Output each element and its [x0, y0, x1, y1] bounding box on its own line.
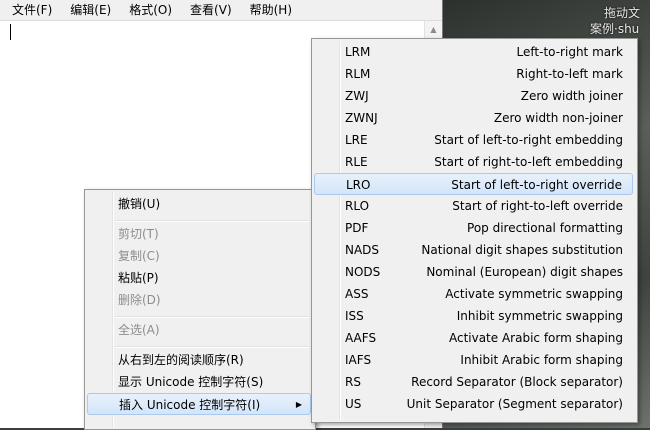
ctx-paste[interactable]: 粘贴(P): [87, 267, 311, 289]
unicode-description: Right-to-left mark: [516, 67, 623, 81]
text-caret: [10, 24, 11, 40]
desktop-label: 拖动文: [604, 6, 641, 20]
menu-view[interactable]: 查看(V): [178, 0, 238, 20]
unicode-code: LRE: [345, 133, 368, 147]
ctx-insert-unicode-control[interactable]: 插入 Unicode 控制字符(I) ▶: [87, 393, 311, 415]
menu-separator: [115, 316, 309, 318]
unicode-item-lre[interactable]: LRE Start of left-to-right embedding: [314, 129, 633, 151]
ctx-select-all-label: 全选(A): [118, 323, 160, 337]
unicode-item-rle[interactable]: RLE Start of right-to-left embedding: [314, 151, 633, 173]
unicode-submenu: LRM Left-to-right mark RLM Right-to-left ma…: [311, 38, 638, 423]
unicode-description: Pop directional formatting: [467, 221, 623, 235]
unicode-code: NODS: [345, 265, 381, 279]
menu-format[interactable]: 格式(O): [117, 0, 178, 20]
unicode-description: Zero width joiner: [520, 89, 623, 103]
ctx-undo[interactable]: 撤销(U): [87, 193, 311, 215]
unicode-code: PDF: [345, 221, 369, 235]
unicode-item-zwj[interactable]: ZWJ Zero width joiner: [314, 85, 633, 107]
menu-separator: [115, 220, 309, 222]
desktop-label: 案例·shu: [590, 22, 640, 36]
ctx-copy-label: 复制(C): [118, 249, 160, 263]
submenu-arrow-icon: ▶: [295, 400, 302, 409]
ctx-delete[interactable]: 删除(D): [87, 289, 311, 311]
menu-bar: 文件(F) 编辑(E) 格式(O) 查看(V) 帮助(H): [0, 0, 442, 21]
unicode-description: Start of right-to-left embedding: [434, 155, 623, 169]
scroll-up-arrow-icon[interactable]: ▲: [425, 21, 442, 38]
unicode-item-lrm[interactable]: LRM Left-to-right mark: [314, 41, 633, 63]
menu-edit[interactable]: 编辑(E): [58, 0, 117, 20]
ctx-show-unicode-label: 显示 Unicode 控制字符(S): [118, 375, 264, 389]
unicode-item-rlo[interactable]: RLO Start of right-to-left override: [314, 195, 633, 217]
unicode-code: RLE: [345, 155, 368, 169]
unicode-item-zwnj[interactable]: ZWNJ Zero width non-joiner: [314, 107, 633, 129]
ctx-copy[interactable]: 复制(C): [87, 245, 311, 267]
unicode-code: RS: [345, 375, 361, 389]
ctx-rtl-reading-order[interactable]: 从右到左的阅读顺序(R): [87, 349, 311, 371]
unicode-item-rs[interactable]: RS Record Separator (Block separator): [314, 371, 633, 393]
unicode-description: Start of left-to-right embedding: [434, 133, 623, 147]
unicode-description: Inhibit Arabic form shaping: [460, 353, 623, 367]
unicode-item-us[interactable]: US Unit Separator (Segment separator): [314, 393, 633, 415]
unicode-code: ASS: [345, 287, 369, 301]
unicode-item-lro[interactable]: LRO Start of left-to-right override: [314, 173, 633, 195]
unicode-code: LRO: [346, 178, 371, 192]
ctx-cut[interactable]: 剪切(T): [87, 223, 311, 245]
unicode-item-pdf[interactable]: PDF Pop directional formatting: [314, 217, 633, 239]
ctx-insert-unicode-label: 插入 Unicode 控制字符(I): [119, 398, 261, 412]
unicode-code: ISS: [345, 309, 364, 323]
ctx-show-unicode-control[interactable]: 显示 Unicode 控制字符(S): [87, 371, 311, 393]
unicode-description: Nominal (European) digit shapes: [426, 265, 623, 279]
unicode-code: NADS: [345, 243, 380, 257]
menu-help[interactable]: 帮助(H): [238, 0, 298, 20]
unicode-code: ZWJ: [345, 89, 369, 103]
unicode-code: RLM: [345, 67, 371, 81]
unicode-description: National digit shapes substitution: [421, 243, 623, 257]
unicode-item-rlm[interactable]: RLM Right-to-left mark: [314, 63, 633, 85]
ctx-undo-label: 撤销(U): [118, 197, 161, 211]
context-menu: 撤销(U) 剪切(T) 复制(C) 粘贴(P) 删除(D) 全选(A) 从右到左…: [84, 189, 316, 430]
unicode-item-aafs[interactable]: AAFS Activate Arabic form shaping: [314, 327, 633, 349]
unicode-description: Start of right-to-left override: [452, 199, 623, 213]
ctx-delete-label: 删除(D): [118, 293, 161, 307]
unicode-code: AAFS: [345, 331, 377, 345]
unicode-description: Left-to-right mark: [516, 45, 623, 59]
ctx-select-all[interactable]: 全选(A): [87, 319, 311, 341]
unicode-code: ZWNJ: [345, 111, 378, 125]
ctx-rtl-label: 从右到左的阅读顺序(R): [118, 353, 244, 367]
unicode-description: Record Separator (Block separator): [411, 375, 623, 389]
unicode-description: Activate symmetric swapping: [445, 287, 623, 301]
unicode-item-iafs[interactable]: IAFS Inhibit Arabic form shaping: [314, 349, 633, 371]
unicode-code: IAFS: [345, 353, 372, 367]
unicode-description: Inhibit symmetric swapping: [456, 309, 623, 323]
unicode-item-nads[interactable]: NADS National digit shapes substitution: [314, 239, 633, 261]
unicode-description: Start of left-to-right override: [451, 178, 622, 192]
unicode-description: Unit Separator (Segment separator): [406, 397, 623, 411]
unicode-code: LRM: [345, 45, 371, 59]
unicode-code: RLO: [345, 199, 370, 213]
menu-file[interactable]: 文件(F): [0, 0, 58, 20]
unicode-description: Activate Arabic form shaping: [448, 331, 623, 345]
ctx-paste-label: 粘贴(P): [118, 271, 159, 285]
unicode-item-iss[interactable]: ISS Inhibit symmetric swapping: [314, 305, 633, 327]
unicode-item-nods[interactable]: NODS Nominal (European) digit shapes: [314, 261, 633, 283]
menu-separator: [115, 346, 309, 348]
unicode-code: US: [345, 397, 362, 411]
unicode-item-ass[interactable]: ASS Activate symmetric swapping: [314, 283, 633, 305]
unicode-description: Zero width non-joiner: [493, 111, 623, 125]
ctx-cut-label: 剪切(T): [118, 227, 159, 241]
